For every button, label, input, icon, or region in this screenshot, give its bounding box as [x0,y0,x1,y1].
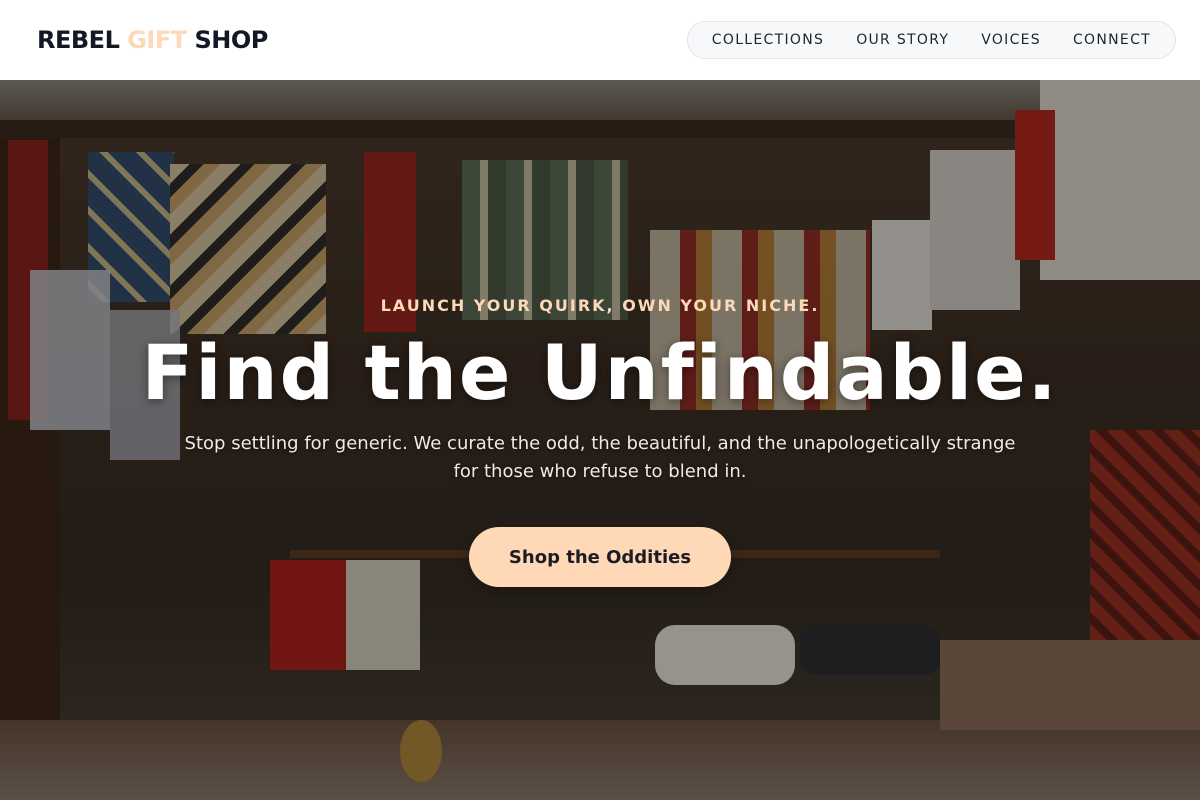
hero-content: LAUNCH YOUR QUIRK, OWN YOUR NICHE. Find … [0,80,1200,800]
main-nav: COLLECTIONS OUR STORY VOICES CONNECT [686,21,1176,59]
nav-link-voices[interactable]: VOICES [965,22,1057,58]
hero-eyebrow: LAUNCH YOUR QUIRK, OWN YOUR NICHE. [380,296,820,315]
logo-word-shop: SHOP [194,26,268,54]
site-logo[interactable]: REBEL GIFT SHOP [37,26,268,54]
hero-section: LAUNCH YOUR QUIRK, OWN YOUR NICHE. Find … [0,80,1200,800]
hero-subtitle: Stop settling for generic. We curate the… [180,430,1020,486]
shop-oddities-button[interactable]: Shop the Oddities [469,527,731,587]
hero-subtitle-line-1: Stop settling for generic. We curate the… [184,433,1016,454]
site-header: REBEL GIFT SHOP COLLECTIONS OUR STORY VO… [0,0,1200,80]
nav-link-collections[interactable]: COLLECTIONS [696,22,840,58]
nav-link-our-story[interactable]: OUR STORY [840,22,965,58]
nav-link-connect[interactable]: CONNECT [1057,22,1167,58]
hero-subtitle-line-2: for those who refuse to blend in. [453,461,747,482]
logo-word-rebel: REBEL [37,26,120,54]
hero-title: Find the Unfindable. [141,328,1059,417]
logo-word-gift: GIFT [127,26,187,54]
